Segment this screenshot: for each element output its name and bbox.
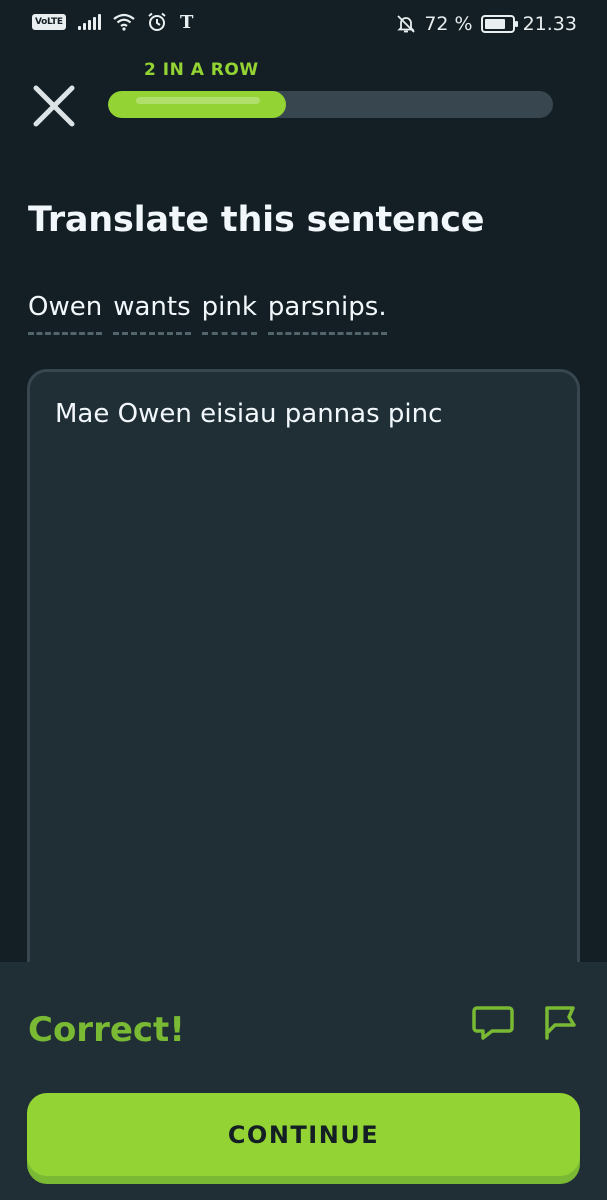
page-title: Translate this sentence [28,200,485,240]
discuss-icon-glyph [472,1006,514,1040]
answer-text[interactable]: Mae Owen eisiau pannas pinc [55,399,555,429]
prompt-word[interactable]: wants [113,292,191,335]
continue-label: CONTINUE [227,1120,380,1149]
status-bar-right: 72 % 21.33 [396,13,577,35]
discuss-icon[interactable] [472,1002,514,1044]
prompt-word[interactable]: parsnips. [267,292,387,335]
status-bar: VoLTE T 72 % 21.33 [0,0,607,52]
streak-label: 2 IN A ROW [144,60,259,80]
report-flag-icon-glyph [545,1006,576,1040]
battery-icon [480,15,518,33]
wifi-icon [113,13,135,31]
signal-icon [77,14,101,30]
close-button[interactable] [30,82,78,130]
lesson-progress-bar [108,91,553,118]
battery-percent: 72 % [424,13,473,35]
close-icon [33,85,75,127]
result-label: Correct! [28,1010,185,1050]
prompt-word[interactable]: pink [201,292,257,335]
news-app-icon: T [180,12,194,32]
prompt-sentence: Owen wants pink parsnips. [28,292,387,335]
volte-badge: VoLTE [32,14,66,30]
lesson-screen: VoLTE T 72 % 21.33 2 IN A ROW Translate … [0,0,607,1200]
notifications-off-icon [397,15,415,33]
report-flag-icon[interactable] [540,1002,580,1044]
continue-button[interactable]: CONTINUE [27,1093,580,1176]
prompt-word[interactable]: Owen [28,292,103,335]
status-bar-left: VoLTE T [32,12,197,32]
clock: 21.33 [522,13,577,35]
alarm-icon [148,12,166,31]
svg-text:T: T [180,12,194,32]
progress-fill [108,91,286,118]
progress-shine [136,97,260,104]
feedback-panel: Correct! CONTINUE [0,962,607,1200]
